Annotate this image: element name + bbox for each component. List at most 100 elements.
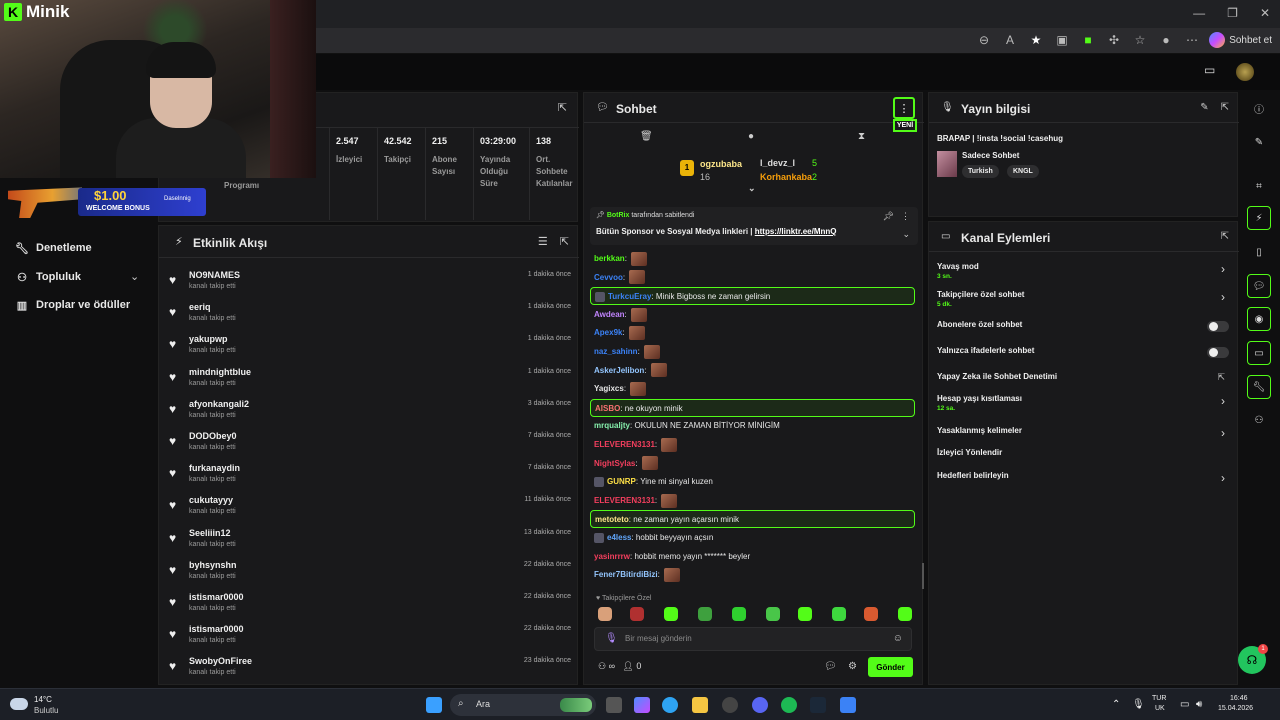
zoom-icon[interactable]: ⊖ [976,32,992,48]
channel-action-row[interactable]: Yasaklanmış kelimeler › [929,426,1239,450]
activity-row[interactable]: ♥ NO9NAMES kanalı takip etti 1 dakika önce [159,266,579,298]
chat-username[interactable]: AISBO [595,404,620,413]
favorites-icon[interactable]: ☆ [1132,32,1148,48]
emote-icon[interactable] [630,607,644,621]
app-icon[interactable] [840,697,856,713]
sidebar-item-denetleme[interactable]: 🔧︎ Denetleme [15,242,92,255]
activity-username[interactable]: istismar0000 [189,624,244,634]
popout-icon[interactable]: ⇱ [1221,102,1229,113]
channel-action-row[interactable]: Yavaş mod 3 sn. › [929,262,1239,286]
avatar[interactable] [1236,63,1254,81]
chat-username[interactable]: NightSylas [594,459,635,468]
chevron-up-icon[interactable]: ⌃ [1112,699,1120,710]
hourglass-icon[interactable]: ⧗ [858,131,865,142]
sidebar-item-droplar[interactable]: ▥ Droplar ve ödüller [16,299,130,312]
popout-icon[interactable]: ⇱ [558,101,567,114]
activity-username[interactable]: istismar0000 [189,592,244,602]
taskbar-search[interactable]: ⌕ Ara [450,694,596,716]
activity-row[interactable]: ♥ Seeliiin12 kanalı takip etti 13 dakika ön… [159,524,579,556]
channel-action-row[interactable]: Takipçilere özel sohbet 5 dk. › [929,290,1239,314]
chevron-down-icon[interactable]: ⌄ [902,229,910,240]
bolt-icon[interactable]: ⚡︎ [1247,206,1271,230]
close-button[interactable]: ✕ [1260,6,1270,20]
language-primary[interactable]: TUR [1152,695,1166,702]
copilot-button[interactable]: Sohbet et [1209,32,1272,48]
minimize-button[interactable]: — [1193,6,1205,20]
chat-icon[interactable]: 💬︎ [1247,274,1271,298]
trash-icon[interactable]: 🗑︎ [640,131,653,142]
community-icon[interactable]: ⚇ [1247,408,1271,432]
activity-row[interactable]: ♥ furkanaydin kanalı takip etti 7 dakika ön… [159,459,579,491]
gear-icon[interactable]: ⚙ [848,661,857,672]
gifter-name[interactable]: Korhankaba [760,172,812,182]
channel-action-row[interactable]: Abonelere özel sohbet [929,320,1239,344]
activity-row[interactable]: ♥ DODObey0 kanalı takip etti 7 dakika önce [159,427,579,459]
chat-icon[interactable]: ● [748,131,754,142]
emote-icon[interactable] [664,607,678,621]
activity-row[interactable]: ♥ SwobyOnFiree kanalı takip etti 23 dakika … [159,652,579,684]
activity-row[interactable]: ♥ cukutayyy kanalı takip etti 11 dakika önc… [159,491,579,523]
edit-icon[interactable]: ✎ [1200,102,1208,113]
tag[interactable]: KNGL [1007,165,1039,178]
microphone-icon[interactable]: 🎙︎ [605,633,618,644]
emote-icon[interactable] [898,607,912,621]
windows-start-icon[interactable] [426,697,442,713]
channel-action-row[interactable]: Hedefleri belirleyin › [929,471,1239,495]
activity-username[interactable]: byhsynshn [189,560,237,570]
monitor-icon[interactable]: ▭ [1247,341,1271,365]
document-icon[interactable]: ▯ [1247,240,1271,264]
activity-row[interactable]: ♥ eeriq kanalı takip etti 1 dakika önce [159,298,579,330]
activity-username[interactable]: yakupwp [189,334,228,344]
puzzle-icon[interactable]: ✣ [1106,32,1122,48]
activity-username[interactable]: afyonkangali2 [189,399,249,409]
chevron-right-icon[interactable]: › [1221,426,1225,440]
more-icon[interactable]: ⋮ [901,211,910,222]
activity-row[interactable]: ♥ istismar0000 kanalı takip etti 22 dakika … [159,588,579,620]
activity-row[interactable]: ♥ mindnightblue kanalı takip etti 1 dakika … [159,363,579,395]
star-icon[interactable]: ★ [1028,32,1044,48]
extension-icon[interactable]: ▣ [1054,32,1070,48]
chat-username[interactable]: yasinrrrw [594,552,630,561]
popout-icon[interactable]: ⇱ [1221,231,1229,242]
chat-username[interactable]: metoteto [595,515,629,524]
copilot-taskbar-icon[interactable] [634,697,650,713]
pin-icon[interactable]: 📌︎ [883,211,894,222]
chat-menu-button[interactable]: ⋮ [893,97,915,119]
microphone-icon[interactable]: 🎙︎ [1132,699,1145,710]
chevron-down-icon[interactable]: ⌄ [130,270,139,283]
file-explorer-icon[interactable] [692,697,708,713]
network-icon[interactable]: ▭ [1180,699,1189,710]
task-view-icon[interactable] [606,697,622,713]
chat-username[interactable]: TurkcuEray [608,292,651,301]
activity-row[interactable]: ♥ istismar0000 kanalı takip etti 22 dakika … [159,620,579,652]
spotify-icon[interactable] [781,697,797,713]
toggle-switch[interactable] [1207,321,1229,332]
info-icon[interactable]: ⓘ [1247,96,1271,120]
chat-username[interactable]: ELEVEREN3131 [594,496,655,505]
chevron-right-icon[interactable]: › [1221,471,1225,485]
activity-row[interactable]: ♥ yakupwp kanalı takip etti 1 dakika önce [159,330,579,362]
send-button[interactable]: Gönder [868,657,913,677]
activity-username[interactable]: SwobyOnFiree [189,656,252,666]
edge-icon[interactable] [662,697,678,713]
chat-input[interactable]: 🎙︎ Bir mesaj gönderin ☺ [594,627,912,651]
chat-username[interactable]: Yagixcs [594,384,624,393]
pinned-user[interactable]: BotRix [607,212,630,219]
chat-username[interactable]: GUNRP [607,477,636,486]
pen-icon[interactable]: ✎ [1247,130,1271,154]
chat-username[interactable]: e4less [607,533,631,542]
steam-icon[interactable] [810,697,826,713]
activity-username[interactable]: DODObey0 [189,431,237,441]
popout-icon[interactable]: ⇱ [560,235,569,248]
activity-username[interactable]: eeriq [189,302,211,312]
chat-username[interactable]: berkkan [594,254,625,263]
activity-username[interactable]: cukutayyy [189,495,233,505]
chat-username[interactable]: mrqualjty [594,421,630,430]
external-link-icon[interactable]: ⇱ [1217,372,1225,383]
filter-icon[interactable]: ☰ [538,235,548,248]
more-icon[interactable]: ⋯ [1184,32,1200,48]
activity-row[interactable]: ♥ afyonkangali2 kanalı takip etti 3 dakika … [159,395,579,427]
chevron-right-icon[interactable]: › [1221,394,1225,408]
chat-username[interactable]: AskerJelibon [594,366,644,375]
volume-icon[interactable]: 🔊︎ [1196,699,1202,710]
